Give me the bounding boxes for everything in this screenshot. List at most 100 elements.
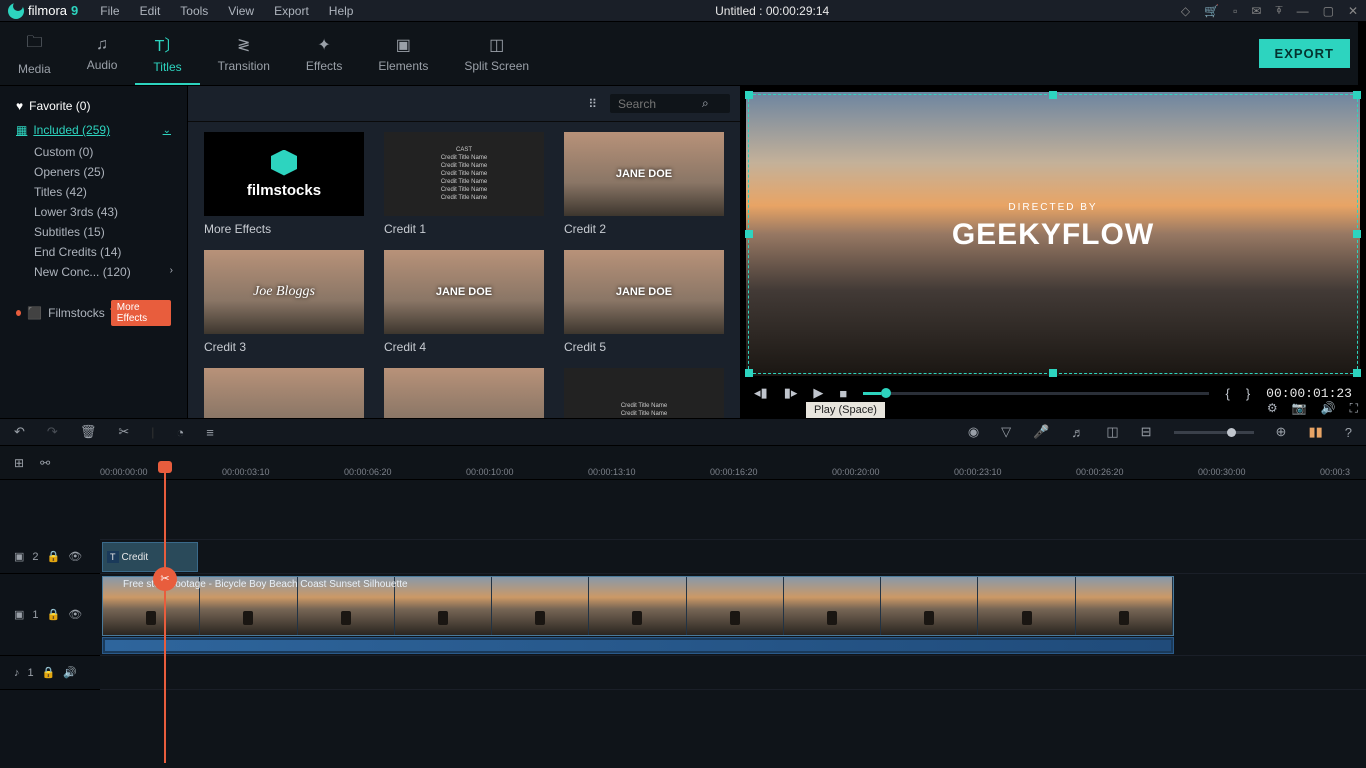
stop-button[interactable]: ■ — [839, 386, 847, 401]
playhead[interactable]: ✂ — [164, 463, 166, 763]
progress-knob[interactable] — [881, 388, 891, 398]
scissors-icon[interactable]: ✂ — [153, 567, 177, 591]
zoom-in-button[interactable]: ⊕ — [1276, 424, 1287, 440]
lock-icon[interactable]: 🔒 — [47, 608, 61, 621]
progress-bar[interactable] — [863, 392, 1209, 395]
prev-frame-button[interactable]: ◂▮ — [754, 385, 768, 401]
sidebar-item-titles[interactable]: Titles (42) — [0, 182, 187, 202]
mute-icon[interactable]: 🔊 — [63, 666, 77, 679]
lane-audio1[interactable] — [100, 656, 1366, 690]
search-icon[interactable]: ⌕ — [702, 96, 709, 111]
settings-icon[interactable]: ⚙ — [1267, 401, 1278, 416]
marker-button[interactable]: ▽ — [1001, 424, 1011, 440]
zoom-out-button[interactable]: ⊟ — [1141, 424, 1152, 440]
resize-handle[interactable] — [1353, 369, 1361, 377]
menu-edit[interactable]: Edit — [130, 4, 171, 18]
eye-icon[interactable]: 👁 — [68, 608, 82, 621]
add-marker-icon[interactable]: ⊞ — [14, 456, 24, 470]
delete-button[interactable]: 🗑 — [80, 424, 97, 440]
title-clip[interactable]: TCredit — [102, 542, 198, 572]
menu-tools[interactable]: Tools — [170, 4, 218, 18]
render-button[interactable]: ◉ — [968, 424, 979, 440]
more-effects-badge[interactable]: More Effects — [111, 300, 171, 326]
export-button[interactable]: EXPORT — [1259, 39, 1350, 68]
tab-elements[interactable]: ▣Elements — [360, 22, 446, 85]
cart-icon[interactable]: 🛒 — [1204, 4, 1219, 18]
mic-icon[interactable]: ⍕ — [1275, 3, 1282, 18]
thumb-row3-3[interactable]: Credit Title Name Credit Title Name — [564, 368, 724, 418]
track-head-video1[interactable]: ▣1🔒👁 — [0, 574, 100, 656]
lock-icon[interactable]: 🔒 — [47, 550, 61, 563]
menu-file[interactable]: File — [90, 4, 129, 18]
tab-effects[interactable]: ✦Effects — [288, 22, 360, 85]
tab-split-screen[interactable]: ◫Split Screen — [446, 22, 547, 85]
thumb-credit-4[interactable]: JANE DOE Credit 4 — [384, 250, 544, 354]
tab-media[interactable]: 🗀Media — [0, 22, 69, 85]
sidebar-item-openers[interactable]: Openers (25) — [0, 162, 187, 182]
fullscreen-icon[interactable]: ⛶ — [1350, 401, 1358, 416]
menu-help[interactable]: Help — [319, 4, 364, 18]
thumb-credit-1[interactable]: CAST Credit Title Name Credit Title Name… — [384, 132, 544, 236]
sidebar-filmstocks[interactable]: ⬛ Filmstocks More Effects — [0, 290, 187, 336]
lane-video1[interactable]: Free stock footage - Bicycle Boy Beach C… — [100, 574, 1366, 656]
audio-mixer-button[interactable]: ♬ — [1071, 425, 1084, 440]
mail-icon[interactable]: ✉ — [1251, 4, 1261, 18]
sidebar-item-lower3rds[interactable]: Lower 3rds (43) — [0, 202, 187, 222]
crop-button[interactable]: ◫ — [1106, 424, 1118, 440]
next-frame-button[interactable]: ▮▸ — [784, 385, 798, 401]
snapshot-icon[interactable]: 📷 — [1292, 401, 1307, 416]
track-head-title2[interactable]: ▣2🔒👁 — [0, 540, 100, 574]
help-button[interactable]: ? — [1345, 425, 1352, 440]
tab-transition[interactable]: ≷Transition — [200, 22, 288, 85]
sidebar-item-endcredits[interactable]: End Credits (14) — [0, 242, 187, 262]
zoom-slider[interactable] — [1174, 431, 1254, 434]
mark-in-button[interactable]: { — [1225, 386, 1229, 401]
video-clip[interactable]: Free stock footage - Bicycle Boy Beach C… — [102, 576, 1174, 636]
close-icon[interactable]: ✕ — [1348, 4, 1358, 18]
lock-icon[interactable]: 🔒 — [42, 666, 56, 679]
volume-icon[interactable]: 🔊 — [1321, 401, 1336, 416]
menu-export[interactable]: Export — [264, 4, 319, 18]
track-manager-button[interactable]: ▮▮ — [1308, 424, 1322, 440]
minimize-icon[interactable]: — — [1297, 4, 1309, 18]
tab-audio[interactable]: ♫Audio — [69, 22, 136, 85]
adjust-button[interactable]: ≡ — [206, 425, 214, 440]
sidebar-favorite[interactable]: ♥Favorite (0) — [0, 94, 187, 118]
menu-view[interactable]: View — [218, 4, 264, 18]
tab-titles[interactable]: T〕Titles — [135, 22, 199, 85]
thumb-credit-2[interactable]: JANE DOE Credit 2 — [564, 132, 724, 236]
play-button[interactable]: ▶ — [813, 385, 823, 401]
resize-handle[interactable] — [745, 369, 753, 377]
grid-view-icon[interactable]: ⠿ — [588, 97, 598, 111]
maximize-icon[interactable]: ▢ — [1323, 4, 1334, 18]
tab-titles-label: Titles — [153, 60, 181, 74]
sidebar-item-subtitles[interactable]: Subtitles (15) — [0, 222, 187, 242]
sidebar-item-custom[interactable]: Custom (0) — [0, 142, 187, 162]
resize-handle[interactable] — [1049, 369, 1057, 377]
search-input[interactable] — [618, 97, 702, 111]
account-icon[interactable]: ◇ — [1181, 4, 1190, 18]
preview-video[interactable]: DIRECTED BY GEEKYFLOW — [746, 92, 1360, 376]
thumb-row3-1[interactable] — [204, 368, 364, 418]
mark-out-button[interactable]: } — [1246, 386, 1250, 401]
sidebar-item-newconc[interactable]: New Conc... (120)› — [0, 262, 187, 282]
save-icon[interactable]: ▫ — [1233, 4, 1237, 18]
resize-handle[interactable] — [745, 91, 753, 99]
redo-button[interactable]: ↷ — [47, 424, 58, 440]
lane-title2[interactable]: TCredit — [100, 540, 1366, 574]
link-icon[interactable]: ⚯ — [40, 456, 50, 470]
track-head-audio1[interactable]: ♪1🔒🔊 — [0, 656, 100, 690]
resize-handle[interactable] — [1049, 91, 1057, 99]
thumb-credit-3[interactable]: Joe Bloggs Credit 3 — [204, 250, 364, 354]
speed-button[interactable]: ◔ — [176, 425, 184, 440]
voiceover-button[interactable]: 🎤 — [1033, 424, 1049, 440]
split-button[interactable]: ✂ — [118, 424, 129, 440]
audio-waveform[interactable] — [102, 637, 1174, 654]
thumb-more-effects[interactable]: filmstocks More Effects — [204, 132, 364, 236]
thumb-row3-2[interactable] — [384, 368, 544, 418]
thumb-credit-5[interactable]: JANE DOE Credit 5 — [564, 250, 724, 354]
resize-handle[interactable] — [1353, 91, 1361, 99]
eye-icon[interactable]: 👁 — [68, 550, 82, 563]
sidebar-included[interactable]: ▦Included (259)⌄ — [0, 118, 187, 142]
undo-button[interactable]: ↶ — [14, 424, 25, 440]
